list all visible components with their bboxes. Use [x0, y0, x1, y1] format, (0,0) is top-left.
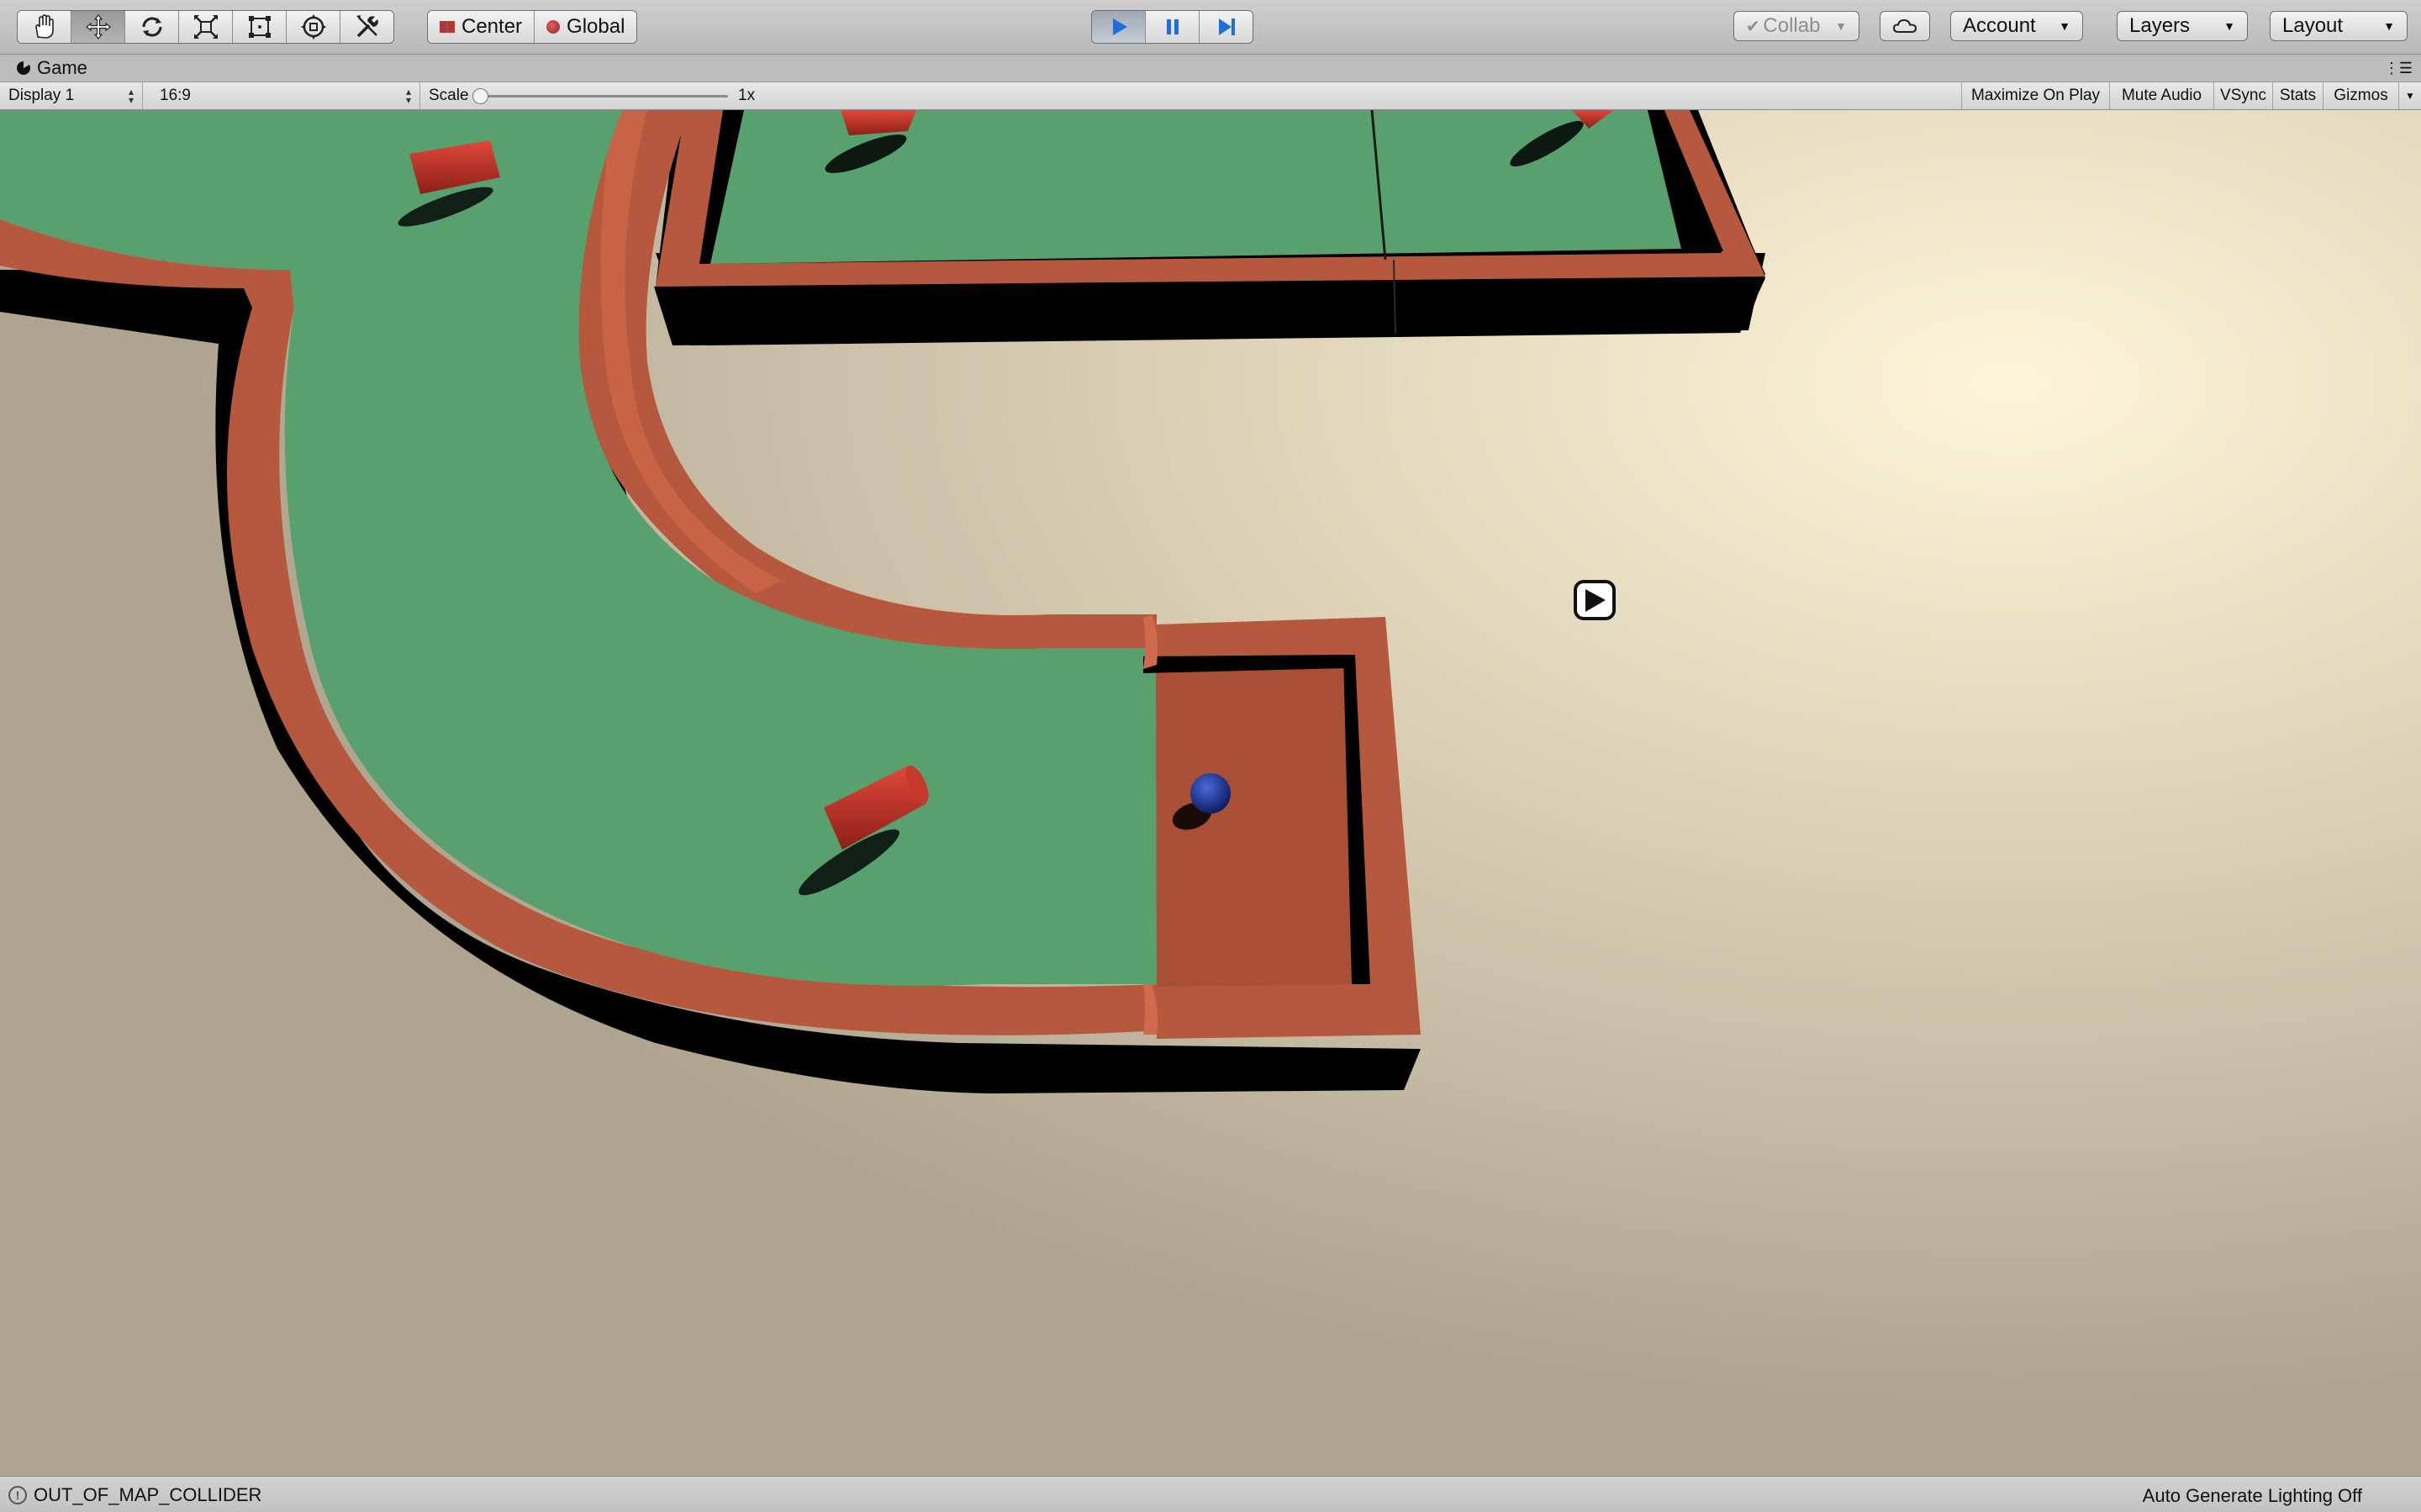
collab-dropdown[interactable]: ✔ Collab ▼: [1733, 11, 1859, 41]
scale-label: Scale: [429, 87, 469, 104]
scale-tool-button[interactable]: [179, 11, 233, 43]
game-viewport[interactable]: [0, 110, 2421, 1476]
game-view-controls: Display 1 ▴ ▾ 16:9 ▴ ▾ Scale 1x Maximize O…: [0, 82, 2421, 110]
pause-icon: [1166, 19, 1179, 34]
scale-slider-thumb[interactable]: [472, 88, 488, 104]
custom-tool-button[interactable]: [340, 11, 393, 43]
updown-arrows-icon: ▴ ▾: [128, 86, 134, 106]
transform-tools: [17, 10, 394, 44]
layers-label: Layers: [2129, 14, 2191, 37]
upper-course-section: [654, 110, 1765, 345]
console-message[interactable]: ! OUT_OF_MAP_COLLIDER: [8, 1484, 261, 1506]
scale-icon: [193, 15, 218, 39]
game-scene[interactable]: [0, 110, 2421, 1476]
hand-tool-button[interactable]: [18, 11, 71, 43]
panel-menu-icon[interactable]: ⋮☰: [2384, 60, 2413, 77]
audio-source-gizmo-icon[interactable]: [1574, 580, 1616, 620]
rotate-tool-button[interactable]: [125, 11, 179, 43]
stats-toggle[interactable]: Stats: [2272, 82, 2323, 109]
game-tab-header: Game ⋮☰: [0, 55, 2421, 82]
layers-dropdown[interactable]: Layers ▼: [2117, 11, 2248, 41]
step-icon: [1218, 18, 1235, 35]
pause-button[interactable]: [1146, 11, 1200, 43]
play-button[interactable]: [1092, 11, 1146, 43]
console-message-text: OUT_OF_MAP_COLLIDER: [34, 1484, 262, 1505]
cloud-icon: [1892, 18, 1917, 33]
pivot-mode-label: Center: [462, 15, 523, 38]
collab-label: Collab: [1763, 14, 1821, 37]
layout-label: Layout: [2282, 14, 2344, 37]
account-dropdown[interactable]: Account ▼: [1950, 11, 2083, 41]
move-tool-button[interactable]: [71, 11, 125, 43]
transform-all-icon: [300, 14, 326, 40]
aspect-select[interactable]: 16:9 ▴ ▾: [151, 82, 420, 109]
status-bar: ! OUT_OF_MAP_COLLIDER Auto Generate Ligh…: [0, 1476, 2421, 1512]
pivot-mode-button[interactable]: Center: [428, 11, 535, 43]
info-icon: !: [8, 1486, 27, 1504]
game-tab-label: Game: [37, 57, 87, 78]
rect-tool-button[interactable]: [233, 11, 287, 43]
main-toolbar: Center Global ✔ Collab ▼ Account ▼ Layer…: [0, 0, 2421, 55]
chevron-down-icon: ▼: [1835, 19, 1847, 33]
play-icon: [1112, 18, 1127, 35]
aspect-label: 16:9: [160, 87, 191, 104]
chevron-down-icon: ▼: [2383, 19, 2395, 33]
account-label: Account: [1963, 14, 2036, 37]
gizmos-toggle[interactable]: Gizmos: [2323, 82, 2398, 109]
hand-icon: [34, 14, 54, 39]
globe-icon: [546, 20, 561, 34]
display-select[interactable]: Display 1 ▴ ▾: [0, 82, 143, 109]
gizmos-dropdown-icon[interactable]: ▼: [2398, 82, 2421, 109]
chevron-down-icon: ▼: [2223, 19, 2235, 33]
pivot-rotation-button[interactable]: Global: [535, 11, 637, 43]
chevron-down-icon: ▼: [2059, 19, 2070, 33]
step-button[interactable]: [1200, 11, 1253, 43]
move-icon: [85, 14, 111, 40]
lighting-status[interactable]: Auto Generate Lighting Off: [2143, 1485, 2362, 1507]
rotate-icon: [142, 17, 161, 37]
cloud-button[interactable]: [1880, 11, 1930, 41]
updown-arrows-icon: ▴ ▾: [405, 86, 411, 106]
pivot-toggles: Center Global: [427, 10, 638, 44]
pivot-center-icon: [440, 21, 455, 33]
game-view-icon: [17, 61, 30, 75]
vsync-toggle[interactable]: VSync: [2213, 82, 2272, 109]
mute-audio-toggle[interactable]: Mute Audio: [2109, 82, 2213, 109]
scale-slider-track[interactable]: [479, 95, 728, 97]
scale-value: 1x: [738, 87, 756, 104]
display-label: Display 1: [8, 87, 75, 104]
layout-dropdown[interactable]: Layout ▼: [2270, 11, 2408, 41]
maximize-on-play-toggle[interactable]: Maximize On Play: [1961, 82, 2109, 109]
game-tab[interactable]: Game: [17, 57, 87, 79]
pivot-rotation-label: Global: [567, 15, 625, 38]
tools-icon: [356, 15, 378, 38]
rect-transform-icon: [248, 16, 271, 38]
play-controls: [1091, 10, 1253, 44]
transform-tool-button[interactable]: [287, 11, 340, 43]
check-icon: ✔: [1746, 17, 1760, 36]
